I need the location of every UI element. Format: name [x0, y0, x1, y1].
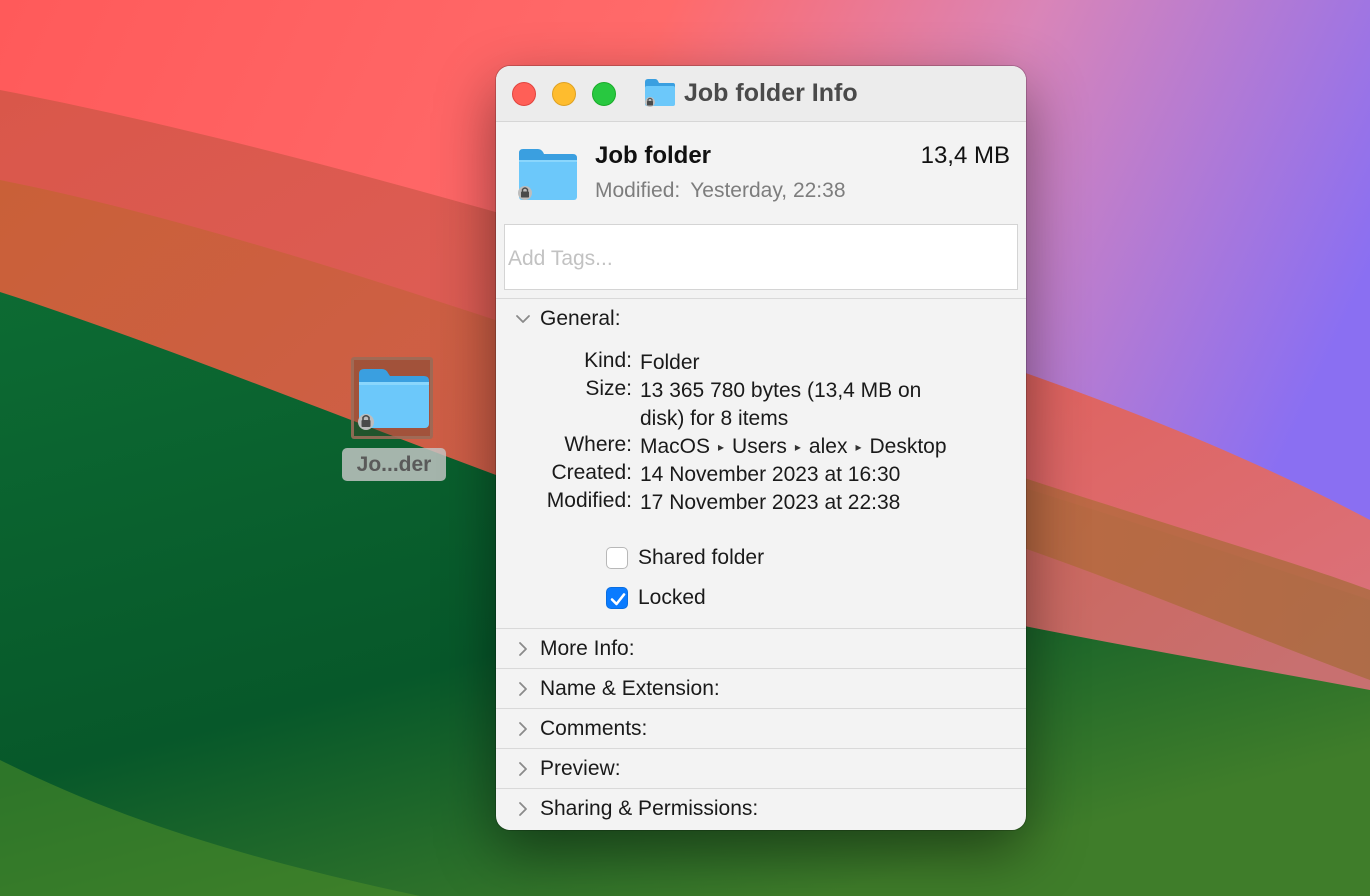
- divider: [496, 708, 1026, 709]
- path-component: Desktop: [869, 435, 947, 458]
- divider: [496, 788, 1026, 789]
- close-button[interactable]: [512, 82, 536, 106]
- modified-summary-value: Yesterday, 22:38: [690, 179, 846, 202]
- created-label: Created:: [551, 461, 632, 484]
- path-separator-icon: ▸: [794, 440, 801, 454]
- path-component: alex: [808, 435, 848, 458]
- chevron-right-icon: [519, 802, 527, 816]
- kind-value: Folder: [640, 351, 700, 374]
- path-component: MacOS: [640, 435, 711, 458]
- minimize-button[interactable]: [552, 82, 576, 106]
- section-general-header[interactable]: General:: [496, 301, 1026, 341]
- divider: [496, 748, 1026, 749]
- path-component: Users: [732, 435, 787, 458]
- modified-summary-label: Modified:: [595, 179, 681, 202]
- section-more-info[interactable]: More Info:: [496, 631, 1026, 671]
- section-sharing-permissions[interactable]: Sharing & Permissions:: [496, 791, 1026, 830]
- chevron-right-icon: [519, 722, 527, 736]
- chevron-right-icon: [519, 762, 527, 776]
- locked-checkbox[interactable]: [606, 587, 628, 609]
- kind-label: Kind:: [584, 349, 632, 372]
- locked-folder-icon: [645, 79, 675, 107]
- path-separator-icon: ▸: [855, 440, 862, 454]
- path-separator-icon: ▸: [718, 440, 725, 454]
- title-bar[interactable]: Job folder Info: [496, 66, 1026, 122]
- locked-label: Locked: [638, 586, 706, 609]
- locked-folder-icon: [358, 369, 429, 430]
- section-sharing-permissions-label: Sharing & Permissions:: [540, 797, 759, 820]
- window-title: Job folder Info: [684, 79, 858, 107]
- modified-row: Modified: 17 November 2023 at 22:38: [496, 489, 1026, 517]
- info-header: Job folder 13,4 MB Modified: Yesterday, 2…: [496, 122, 1026, 222]
- shared-folder-checkbox[interactable]: [606, 547, 628, 569]
- section-comments[interactable]: Comments:: [496, 711, 1026, 751]
- modified-value: 17 November 2023 at 22:38: [640, 491, 901, 514]
- size-value: 13 365 780 bytes (13,4 MB on disk) for 8…: [640, 379, 922, 430]
- section-name-extension-label: Name & Extension:: [540, 677, 720, 700]
- where-row: Where: MacOS ▸ Users ▸ alex ▸ Desktop: [496, 433, 1026, 461]
- desktop-folder-label: Jo...der: [342, 448, 446, 481]
- section-comments-label: Comments:: [540, 717, 648, 740]
- file-name: Job folder: [595, 142, 712, 169]
- size-label: Size:: [585, 377, 632, 400]
- where-label: Where:: [564, 433, 632, 456]
- created-value: 14 November 2023 at 16:30: [640, 463, 901, 486]
- section-preview-label: Preview:: [540, 757, 621, 780]
- divider: [496, 298, 1026, 299]
- modified-summary: Modified: Yesterday, 22:38: [595, 179, 846, 203]
- divider: [496, 668, 1026, 669]
- get-info-window: Job folder Info Job folder 13,4 MB Modif…: [496, 66, 1026, 830]
- section-more-info-label: More Info:: [540, 637, 635, 660]
- modified-label: Modified:: [546, 489, 632, 512]
- kind-row: Kind: Folder: [496, 349, 1026, 377]
- where-path: MacOS ▸ Users ▸ alex ▸ Desktop: [640, 433, 985, 463]
- section-general-label: General:: [540, 307, 621, 330]
- tags-field[interactable]: [504, 224, 1018, 290]
- size-row: Size: 13 365 780 bytes (13,4 MB on disk)…: [496, 377, 1026, 433]
- shared-folder-label: Shared folder: [638, 546, 765, 569]
- locked-folder-icon: [518, 149, 577, 200]
- chevron-down-icon: [516, 315, 530, 323]
- section-name-extension[interactable]: Name & Extension:: [496, 671, 1026, 711]
- chevron-right-icon: [519, 682, 527, 696]
- zoom-button[interactable]: [592, 82, 616, 106]
- divider: [496, 628, 1026, 629]
- chevron-right-icon: [519, 642, 527, 656]
- created-row: Created: 14 November 2023 at 16:30: [496, 461, 1026, 489]
- file-size: 13,4 MB: [920, 142, 1010, 169]
- checkmark-icon: [610, 593, 626, 606]
- section-preview[interactable]: Preview:: [496, 751, 1026, 791]
